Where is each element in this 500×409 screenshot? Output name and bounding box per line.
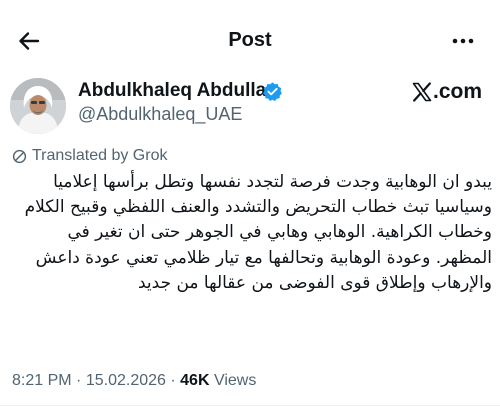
meta-separator: · — [170, 372, 176, 389]
meta-separator: · — [76, 372, 82, 389]
post-time[interactable]: 8:21 PM — [12, 372, 72, 389]
x-logo-icon — [412, 82, 432, 102]
source-badge: .com — [412, 80, 482, 104]
post-page: Post Abdulkhaleq Abdulla @Abdulkhaleq_UA… — [0, 0, 500, 409]
more-dots-icon — [452, 38, 474, 44]
top-bar: Post — [0, 18, 500, 64]
author-avatar[interactable] — [10, 78, 66, 134]
source-label: .com — [433, 80, 483, 103]
translated-label: Translated by Grok — [32, 147, 168, 164]
divider — [0, 405, 500, 406]
avatar-image — [10, 78, 66, 134]
translate-icon — [12, 149, 27, 163]
author-name[interactable]: Abdulkhaleq Abdulla — [78, 80, 266, 102]
translated-notice[interactable]: Translated by Grok — [12, 146, 167, 166]
views-label: Views — [213, 372, 257, 389]
verified-badge-icon — [263, 82, 282, 102]
post-date[interactable]: 15.02.2026 — [86, 372, 166, 389]
views-count[interactable]: 46K — [180, 372, 209, 389]
author-handle[interactable]: @Abdulkhaleq_UAE — [78, 104, 242, 125]
post-text: يبدو ان الوهابية وجدت فرصة لتجدد نفسها و… — [24, 172, 492, 293]
post-meta: 8:21 PM · 15.02.2026 · 46K Views — [12, 372, 256, 390]
more-options-button[interactable] — [448, 26, 478, 56]
page-title: Post — [228, 29, 272, 51]
